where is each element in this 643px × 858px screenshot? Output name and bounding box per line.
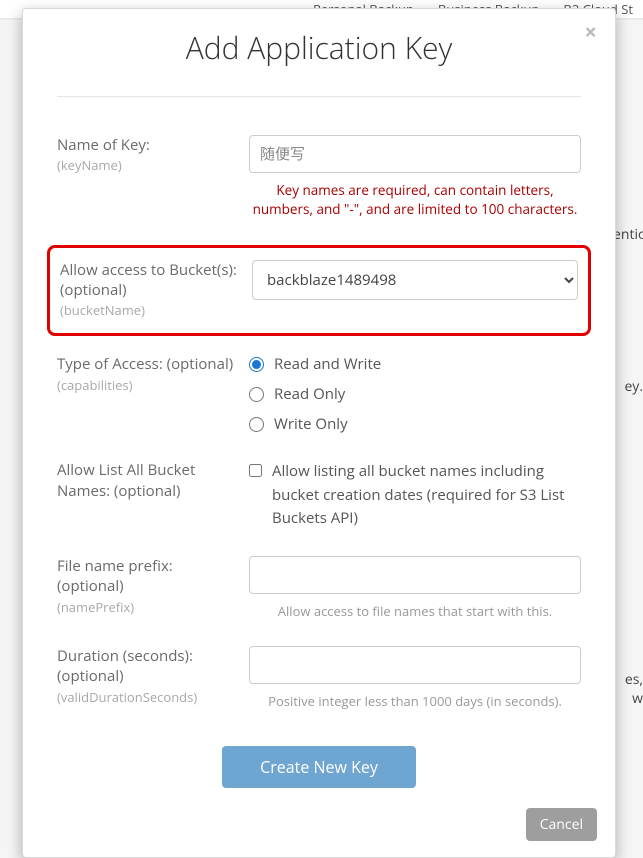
prefix-input[interactable] [249, 556, 581, 594]
prefix-label: File name prefix: (optional) [57, 556, 239, 597]
bucket-label: Allow access to Bucket(s): (optional) [60, 260, 242, 301]
radio-label: Read Only [274, 384, 345, 404]
duration-helper: Positive integer less than 1000 days (in… [249, 692, 581, 710]
cancel-button[interactable]: Cancel [526, 808, 597, 841]
access-read-write[interactable]: Read and Write [249, 354, 581, 374]
bucket-highlight: Allow access to Bucket(s): (optional) (b… [47, 245, 591, 337]
access-write-only[interactable]: Write Only [249, 414, 581, 434]
prefix-api: (namePrefix) [57, 598, 239, 616]
duration-api: (validDurationSeconds) [57, 688, 239, 706]
access-type-label: Type of Access: (optional) [57, 354, 239, 374]
background-text: ention [613, 225, 643, 244]
bucket-select[interactable]: backblaze1489498 [252, 260, 578, 300]
create-key-button[interactable]: Create New Key [222, 746, 416, 788]
list-all-checkbox-row[interactable]: Allow listing all bucket names including… [249, 460, 581, 530]
radio-input[interactable] [249, 417, 264, 432]
list-all-label: Allow List All Bucket Names: (optional) [57, 460, 239, 501]
duration-input[interactable] [249, 646, 581, 684]
prefix-helper: Allow access to file names that start wi… [249, 602, 581, 620]
key-name-error: Key names are required, can contain lett… [249, 181, 581, 219]
divider [57, 96, 581, 97]
duration-label: Duration (seconds): (optional) [57, 646, 239, 687]
key-name-label: Name of Key: [57, 135, 239, 155]
key-name-input[interactable] [249, 135, 581, 173]
key-name-api: (keyName) [57, 156, 239, 174]
add-application-key-modal: Add Application Key × Name of Key: (keyN… [22, 8, 616, 858]
radio-label: Write Only [274, 414, 348, 434]
radio-label: Read and Write [274, 354, 381, 374]
background-text: ey. [613, 377, 643, 396]
list-all-checkbox-label: Allow listing all bucket names including… [272, 460, 581, 530]
radio-input[interactable] [249, 357, 264, 372]
close-icon[interactable]: × [584, 21, 597, 43]
access-type-api: (capabilities) [57, 376, 239, 394]
modal-title: Add Application Key [45, 27, 593, 68]
background-text: es, w [613, 670, 643, 708]
access-read-only[interactable]: Read Only [249, 384, 581, 404]
bucket-api: (bucketName) [60, 301, 242, 319]
radio-input[interactable] [249, 387, 264, 402]
list-all-checkbox[interactable] [249, 463, 262, 478]
